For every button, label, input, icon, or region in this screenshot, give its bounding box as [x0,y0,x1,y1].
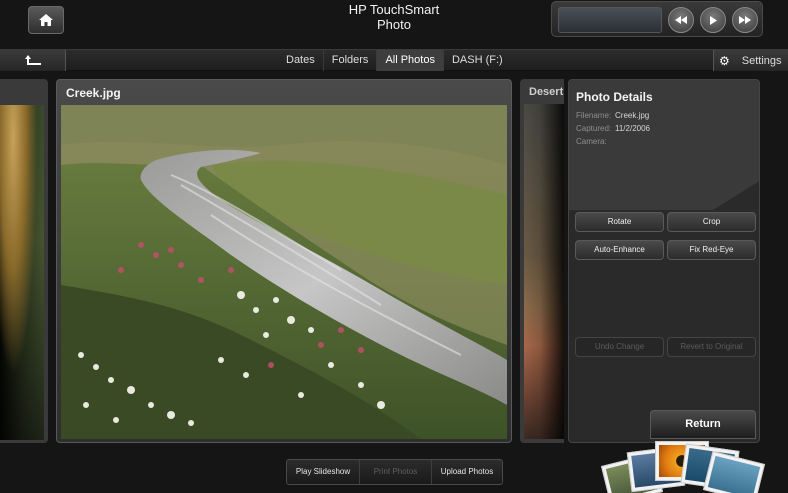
revert-to-original-button[interactable]: Revert to Original [667,337,756,357]
media-controls [551,1,763,37]
previous-photo-card[interactable] [0,79,48,443]
creek-landscape-image [61,105,507,439]
play-button[interactable] [700,7,726,33]
photo-action-bar: Play Slideshow Print Photos Upload Photo… [286,459,503,485]
photo-title: Creek.jpg [66,86,121,100]
print-photos-button[interactable]: Print Photos [360,460,432,484]
main-photo-image[interactable] [61,105,507,439]
stack-photo-5 [702,451,766,493]
filename-label: Filename: [576,111,612,120]
app-title-line1: HP TouchSmart [348,2,440,17]
photo-details-panel: Photo Details Filename: Creek.jpg Captur… [568,79,760,443]
filename-value: Creek.jpg [615,111,650,120]
back-arrow-icon [24,54,41,65]
navigation-bar: Dates Folders All Photos DASH (F:) ⚙ Set… [0,49,788,71]
captured-label: Captured: [576,124,612,133]
back-button[interactable] [0,50,66,71]
next-photo-image [524,104,564,439]
captured-value: 11/2/2006 [615,124,650,133]
captured-row: Captured: 11/2/2006 [576,124,650,133]
home-button[interactable] [28,6,64,34]
fix-red-eye-button[interactable]: Fix Red-Eye [667,240,756,260]
rewind-icon [675,16,687,24]
tab-dates[interactable]: Dates [278,50,324,71]
home-icon [39,14,53,26]
upload-photos-button[interactable]: Upload Photos [432,460,502,484]
view-tabs: Dates Folders All Photos DASH (F:) [278,50,511,71]
next-photo-title: Desert [529,86,564,98]
play-slideshow-button[interactable]: Play Slideshow [287,460,360,484]
tab-all-photos[interactable]: All Photos [377,50,444,71]
crop-button[interactable]: Crop [667,212,756,232]
rotate-button[interactable]: Rotate [575,212,664,232]
next-photo-card[interactable]: Desert [520,79,564,443]
app-title-line2: Photo [377,17,411,32]
tab-dash-drive[interactable]: DASH (F:) [444,50,511,71]
play-icon [710,15,717,25]
previous-photo-image [0,105,44,440]
photo-stack-logo [600,441,769,493]
rewind-button[interactable] [668,7,694,33]
settings-button[interactable]: ⚙ Settings [713,50,788,71]
filename-row: Filename: Creek.jpg [576,111,649,120]
camera-row: Camera: [576,137,607,146]
tab-folders[interactable]: Folders [324,50,378,71]
gear-icon: ⚙ [719,53,730,68]
fast-forward-button[interactable] [732,7,758,33]
fast-forward-icon [739,16,751,24]
app-title: HP TouchSmart Photo [294,2,494,32]
settings-label: Settings [741,54,782,67]
auto-enhance-button[interactable]: Auto-Enhance [575,240,664,260]
camera-label: Camera: [576,137,607,146]
return-button[interactable]: Return [650,410,756,439]
undo-change-button[interactable]: Undo Change [575,337,664,357]
main-photo-card: Creek.jpg [56,79,512,443]
details-heading: Photo Details [576,90,653,104]
media-display [558,7,662,33]
